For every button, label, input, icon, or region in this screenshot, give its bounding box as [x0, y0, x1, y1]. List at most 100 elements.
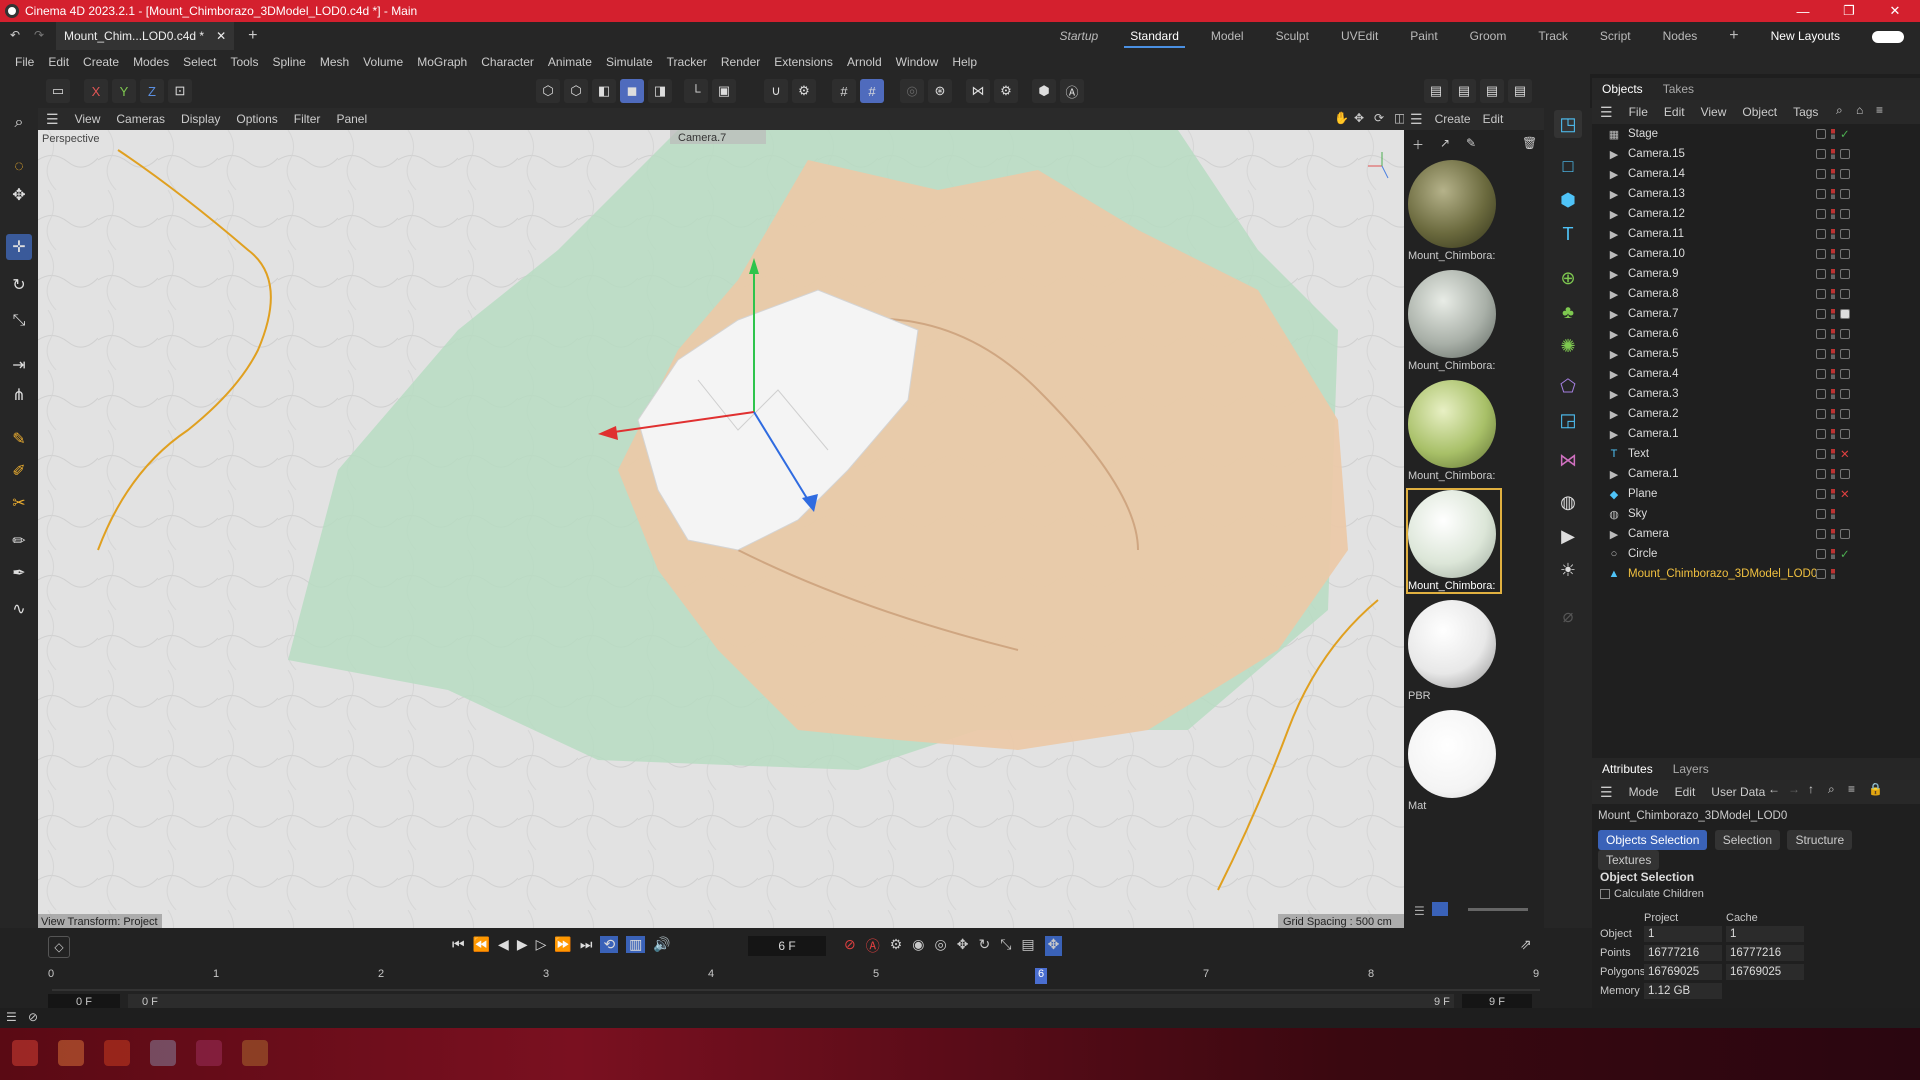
polygons-project-field[interactable]: 16769025	[1644, 964, 1722, 980]
layout-standard[interactable]: Standard	[1114, 22, 1195, 50]
grid-view-icon[interactable]	[1432, 902, 1448, 916]
points-cache-field[interactable]: 16777216	[1726, 945, 1804, 961]
menu-window[interactable]: Window	[889, 55, 946, 69]
attribute-icon[interactable]: Ⓐ	[1060, 79, 1084, 103]
generator-icon[interactable]: ⊕	[1554, 264, 1582, 292]
attribute-menu-edit[interactable]: Edit	[1667, 785, 1704, 799]
tab-attributes[interactable]: Attributes	[1592, 762, 1663, 776]
workplane-icon[interactable]: #	[832, 79, 856, 103]
previous-key-icon[interactable]: ⏪	[473, 936, 490, 953]
textures-button[interactable]: Textures	[1598, 850, 1660, 870]
material-swatch[interactable]: Mount_Chimbora:	[1408, 270, 1500, 372]
eyedropper-icon[interactable]: ✎	[1466, 136, 1476, 150]
deformer-tool-icon[interactable]: ∿	[6, 596, 32, 622]
points-mode-icon[interactable]: ⬡	[536, 79, 560, 103]
render-settings-icon[interactable]: ▤	[1480, 79, 1504, 103]
effector-icon[interactable]: ✺	[1554, 332, 1582, 360]
playhead[interactable]: 6	[1035, 968, 1047, 984]
menu-mograph[interactable]: MoGraph	[410, 55, 474, 69]
object-row[interactable]: T Text ✕	[1592, 444, 1920, 464]
taskbar-app-icon[interactable]	[150, 1040, 176, 1066]
object-row[interactable]: ◍ Sky	[1592, 504, 1920, 524]
param-key-icon[interactable]: ▤	[1021, 936, 1034, 956]
material-swatch[interactable]: PBR	[1408, 600, 1500, 702]
selection-tools-icon[interactable]: ✥	[6, 182, 32, 208]
scale-key-icon[interactable]: ⤡	[1000, 936, 1011, 956]
object-row[interactable]: ▶ Camera.12	[1592, 204, 1920, 224]
camera-palette-icon[interactable]: ◳	[1554, 110, 1582, 138]
taskbar-app-icon[interactable]	[104, 1040, 130, 1066]
object-menu-icon[interactable]: ☰	[1592, 104, 1621, 121]
viewport-menu-filter[interactable]: Filter	[286, 112, 329, 126]
object-row[interactable]: ○ Circle ✓	[1592, 544, 1920, 564]
search-icon[interactable]: ⌕	[6, 110, 32, 136]
menu-select[interactable]: Select	[176, 55, 223, 69]
spline-tools-icon[interactable]: ✐	[6, 458, 32, 484]
rotation-key-icon[interactable]: ↻	[978, 936, 990, 956]
symmetry-icon[interactable]: ⋈	[966, 79, 990, 103]
memory-project-field[interactable]: 1.12 GB	[1644, 983, 1722, 999]
material-menu-edit[interactable]: Edit	[1477, 112, 1510, 126]
previous-frame-icon[interactable]: ◀	[498, 936, 509, 953]
object-row[interactable]: ▶ Camera.10	[1592, 244, 1920, 264]
attribute-menu-icon[interactable]: ☰	[1592, 784, 1621, 801]
viewport-menu-options[interactable]: Options	[228, 112, 285, 126]
object-row[interactable]: ▶ Camera.2	[1592, 404, 1920, 424]
taskbar-app-icon[interactable]	[12, 1040, 38, 1066]
next-key-icon[interactable]: ⏩	[554, 936, 571, 953]
polygons-mode-icon[interactable]: ◧	[592, 79, 616, 103]
viewport-menu-icon[interactable]: ☰	[38, 111, 67, 128]
undo-icon[interactable]: ↶	[10, 28, 20, 42]
structure-button[interactable]: Structure	[1787, 830, 1853, 850]
dope-sheet-icon[interactable]: ◎	[935, 936, 947, 956]
transfer-tool-icon[interactable]: ⇥	[6, 352, 32, 378]
layout-script[interactable]: Script	[1584, 22, 1647, 50]
menu-file[interactable]: File	[8, 55, 41, 69]
cube-outline-icon[interactable]: □	[1554, 152, 1582, 180]
axis-tool-icon[interactable]: ⋔	[6, 382, 32, 408]
undo-view-icon[interactable]: ▭	[46, 79, 70, 103]
render-queue-icon[interactable]: ▤	[1508, 79, 1532, 103]
pick-material-icon[interactable]: ↗	[1440, 136, 1450, 150]
object-menu-view[interactable]: View	[1693, 105, 1735, 119]
layout-paint[interactable]: Paint	[1394, 22, 1453, 50]
snap-icon[interactable]: ∪	[764, 79, 788, 103]
layout-startup[interactable]: Startup	[1043, 22, 1114, 50]
taskbar-app-icon[interactable]	[196, 1040, 222, 1066]
menu-modes[interactable]: Modes	[126, 55, 176, 69]
object-row[interactable]: ▶ Camera.4	[1592, 364, 1920, 384]
mograph-icon[interactable]: ♣	[1554, 298, 1582, 326]
next-frame-icon[interactable]: ▷	[536, 936, 547, 953]
object-row-selected[interactable]: ▲ Mount_Chimborazo_3DModel_LOD0	[1592, 564, 1920, 584]
fps-icon[interactable]: ▥	[626, 936, 646, 953]
new-tab-icon[interactable]: +	[248, 27, 257, 45]
menu-extensions[interactable]: Extensions	[767, 55, 840, 69]
object-row[interactable]: ▶ Camera.8	[1592, 284, 1920, 304]
menu-character[interactable]: Character	[474, 55, 541, 69]
menu-spline[interactable]: Spline	[265, 55, 312, 69]
sound-icon[interactable]: 🔊	[653, 936, 670, 953]
list-view-icon[interactable]: ☰	[1414, 904, 1425, 918]
object-row[interactable]: ▶ Camera.5	[1592, 344, 1920, 364]
keyframe-settings-icon[interactable]: ⚙	[890, 936, 903, 956]
lock-icon[interactable]: ⬢	[1032, 79, 1056, 103]
objects-selection-button[interactable]: Objects Selection	[1598, 830, 1708, 850]
autokey-icon[interactable]: Ⓐ	[866, 936, 880, 956]
tab-takes[interactable]: Takes	[1653, 82, 1704, 96]
3d-viewport[interactable]: Perspective Camera.7 View Transform: Pro…	[38, 130, 1404, 928]
object-row[interactable]: ▶ Camera.9	[1592, 264, 1920, 284]
attribute-menu-mode[interactable]: Mode	[1621, 785, 1667, 799]
texture-mode-icon[interactable]: ▣	[712, 79, 736, 103]
brush-tool-icon[interactable]: ✏	[6, 528, 32, 554]
zoom-slider[interactable]	[1468, 908, 1528, 911]
field-icon[interactable]: ◲	[1554, 406, 1582, 434]
object-row[interactable]: ▶ Camera.1	[1592, 464, 1920, 484]
solo-icon[interactable]: ◎	[900, 79, 924, 103]
viewport-menu-cameras[interactable]: Cameras	[108, 112, 173, 126]
add-material-icon[interactable]: ＋	[1412, 136, 1424, 153]
text-spline-icon[interactable]: T	[1554, 220, 1582, 248]
spline-icon[interactable]: ⋈	[1554, 446, 1582, 474]
material-swatch[interactable]: Mount_Chimbora:	[1408, 160, 1500, 262]
sketch-icon[interactable]: ⌀	[1554, 602, 1582, 630]
light-icon[interactable]: ☀	[1554, 556, 1582, 584]
